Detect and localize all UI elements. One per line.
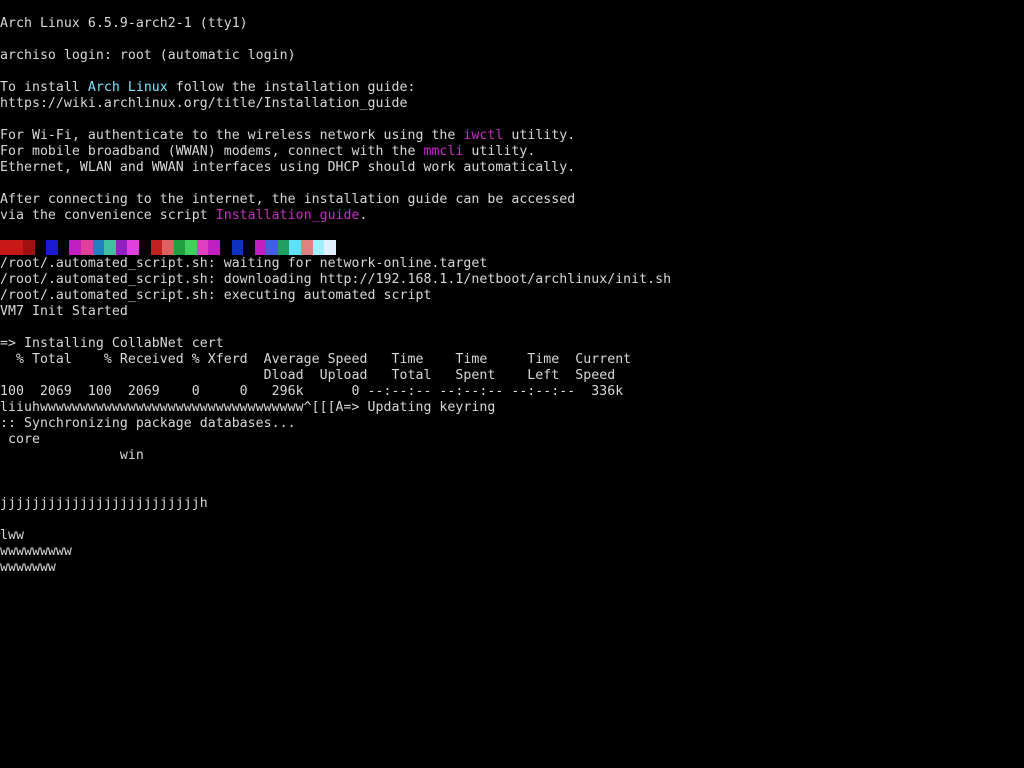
glitch-cell bbox=[57, 240, 70, 255]
console-line: Ethernet, WLAN and WWAN interfaces using… bbox=[0, 160, 575, 176]
glitch-cell bbox=[266, 240, 278, 255]
glitch-cell bbox=[104, 240, 116, 255]
console-text: 100 2069 100 2069 0 0 296k 0 --:--:-- --… bbox=[0, 384, 624, 399]
console-text: => Installing CollabNet cert bbox=[0, 336, 224, 351]
glitch-cell bbox=[162, 240, 174, 255]
glitch-cell bbox=[243, 240, 255, 255]
console-text: wwwwwwwww bbox=[0, 544, 72, 559]
glitch-cell bbox=[23, 240, 35, 255]
glitch-cell bbox=[208, 240, 220, 255]
console-text: /root/.automated_script.sh: waiting for … bbox=[0, 256, 488, 271]
console-text: To install bbox=[0, 80, 88, 95]
glitch-cell bbox=[81, 240, 93, 255]
console-line: To install Arch Linux follow the install… bbox=[0, 80, 415, 96]
console-text: /root/.automated_script.sh: executing au… bbox=[0, 288, 432, 303]
console-text: Dload Upload Total Spent Left Speed bbox=[0, 368, 616, 383]
glitch-cell bbox=[231, 240, 244, 255]
console-line: lww bbox=[0, 528, 24, 544]
console-text: follow the installation guide: bbox=[167, 80, 416, 95]
console-text: For mobile broadband (WWAN) modems, conn… bbox=[0, 144, 424, 159]
console-text: :: Synchronizing package databases... bbox=[0, 416, 296, 431]
glitch-cell bbox=[0, 240, 12, 255]
console-text: jjjjjjjjjjjjjjjjjjjjjjjjjh bbox=[0, 496, 208, 511]
console-line: liiuhwwwwwwwwwwwwwwwwwwwwwwwwwwwwwwwww^[… bbox=[0, 400, 495, 416]
glitch-cell bbox=[92, 240, 105, 255]
glitch-cell bbox=[150, 240, 163, 255]
glitch-cell bbox=[301, 240, 313, 255]
console-line: Arch Linux 6.5.9-arch2-1 (tty1) bbox=[0, 16, 248, 32]
console-line: % Total % Received % Xferd Average Speed… bbox=[0, 352, 631, 368]
console-text: . bbox=[359, 208, 368, 223]
console-line: https://wiki.archlinux.org/title/Install… bbox=[0, 96, 407, 112]
console-line: win bbox=[0, 448, 144, 464]
console-text: wwwwwww bbox=[0, 560, 56, 575]
console-line: /root/.automated_script.sh: waiting for … bbox=[0, 256, 487, 272]
console-line: Dload Upload Total Spent Left Speed bbox=[0, 368, 616, 384]
console-text: VM7 Init Started bbox=[0, 304, 128, 319]
glitch-cell bbox=[289, 240, 302, 255]
console-line: wwwwwww bbox=[0, 560, 56, 576]
highlighted-text: Installation_guide bbox=[215, 208, 360, 223]
console-line: For mobile broadband (WWAN) modems, conn… bbox=[0, 144, 535, 160]
console-line: :: Synchronizing package databases... bbox=[0, 416, 296, 432]
console-text: https://wiki.archlinux.org/title/Install… bbox=[0, 96, 408, 111]
console-text: win bbox=[0, 448, 144, 463]
glitch-cell bbox=[69, 240, 82, 255]
glitch-cell bbox=[196, 240, 209, 255]
glitch-cell bbox=[115, 240, 128, 255]
glitch-cell bbox=[138, 240, 151, 255]
console-text: utility. bbox=[503, 128, 576, 143]
console-text: Ethernet, WLAN and WWAN interfaces using… bbox=[0, 160, 576, 175]
console-line: After connecting to the internet, the in… bbox=[0, 192, 575, 208]
console-line: wwwwwwwww bbox=[0, 544, 72, 560]
highlighted-text: Arch Linux bbox=[87, 80, 168, 95]
glitch-cell bbox=[46, 240, 58, 255]
glitch-cell bbox=[277, 240, 290, 255]
highlighted-text: iwctl bbox=[463, 128, 504, 143]
highlighted-text: mmcli bbox=[423, 144, 464, 159]
glitch-cell bbox=[173, 240, 186, 255]
console-text: via the convenience script bbox=[0, 208, 216, 223]
glitch-cell bbox=[34, 240, 47, 255]
console-line: /root/.automated_script.sh: executing au… bbox=[0, 288, 431, 304]
console-text: liiuhwwwwwwwwwwwwwwwwwwwwwwwwwwwwwwwww^[… bbox=[0, 400, 496, 415]
console-text: Arch Linux 6.5.9-arch2-1 (tty1) bbox=[0, 16, 248, 31]
console-line: => Installing CollabNet cert bbox=[0, 336, 224, 352]
console-text: lww bbox=[0, 528, 24, 543]
console-line: core bbox=[0, 432, 40, 448]
glitch-cell bbox=[254, 240, 267, 255]
glitch-cell bbox=[11, 240, 24, 255]
corrupted-output-bar bbox=[0, 240, 336, 255]
console-text: /root/.automated_script.sh: downloading … bbox=[0, 272, 672, 287]
console-line: 100 2069 100 2069 0 0 296k 0 --:--:-- --… bbox=[0, 384, 623, 400]
console-text: % Total % Received % Xferd Average Speed… bbox=[0, 352, 632, 367]
console-line: For Wi-Fi, authenticate to the wireless … bbox=[0, 128, 575, 144]
console-text: After connecting to the internet, the in… bbox=[0, 192, 576, 207]
glitch-cell bbox=[324, 240, 336, 255]
console-line: archiso login: root (automatic login) bbox=[0, 48, 296, 64]
console-line: VM7 Init Started bbox=[0, 304, 128, 320]
tty-console-screen[interactable]: Arch Linux 6.5.9-arch2-1 (tty1) archiso l… bbox=[0, 0, 1024, 768]
glitch-cell bbox=[185, 240, 197, 255]
glitch-cell bbox=[312, 240, 325, 255]
console-text: utility. bbox=[463, 144, 536, 159]
console-line: jjjjjjjjjjjjjjjjjjjjjjjjjh bbox=[0, 496, 208, 512]
glitch-cell bbox=[219, 240, 232, 255]
glitch-cell bbox=[127, 240, 139, 255]
console-line: /root/.automated_script.sh: downloading … bbox=[0, 272, 671, 288]
console-text: For Wi-Fi, authenticate to the wireless … bbox=[0, 128, 464, 143]
console-line: via the convenience script Installation_… bbox=[0, 208, 368, 224]
console-text: core bbox=[0, 432, 40, 447]
console-text: archiso login: root (automatic login) bbox=[0, 48, 296, 63]
